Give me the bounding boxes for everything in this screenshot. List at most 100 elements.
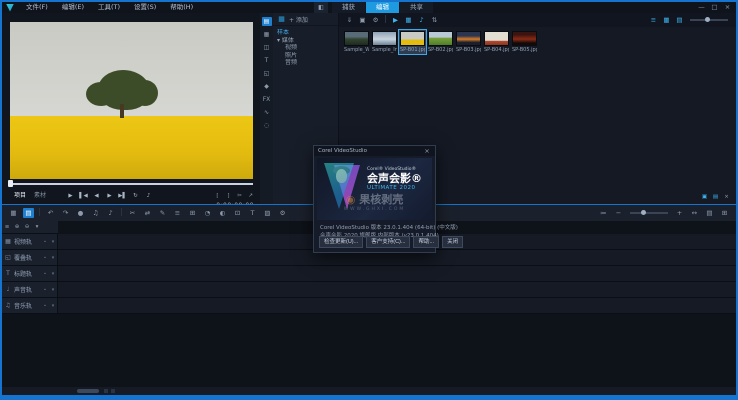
voice-track-lane[interactable] (58, 282, 736, 297)
track-manager-icon[interactable]: ≡ (2, 222, 12, 232)
mark-out-icon[interactable]: ] (223, 191, 234, 201)
filters-icon[interactable]: FX (262, 95, 272, 104)
3d-title-icon[interactable]: T (247, 208, 258, 218)
menu-tools[interactable]: 工具(T) (91, 2, 127, 13)
thumb-zoom-slider[interactable] (690, 19, 728, 21)
media-icon[interactable]: ▤ (262, 17, 272, 26)
scroll-right-button[interactable] (111, 389, 115, 393)
timeline-horizontal-scrollbar[interactable] (77, 389, 99, 393)
redo-icon[interactable]: ↷ (60, 208, 71, 218)
sort-icon[interactable]: ⇅ (429, 15, 440, 25)
sound-mixer-icon[interactable]: ♫ (90, 208, 101, 218)
overlays-icon[interactable]: ◱ (262, 69, 272, 78)
home-button[interactable]: ▌◀ (77, 191, 90, 202)
seek-handle[interactable] (8, 180, 13, 187)
library-item[interactable]: SP-B04.jpg (483, 30, 510, 54)
track-option-icon[interactable]: ∙ (41, 303, 49, 309)
fit-project-icon[interactable]: ↔ (689, 208, 700, 218)
project-duration-icon[interactable]: ≔ (598, 208, 609, 218)
remove-track-icon[interactable]: ⊖ (22, 222, 32, 232)
close-button[interactable]: × (721, 2, 734, 13)
customer-support-button[interactable]: 客户支持(C)... (366, 236, 410, 248)
zoom-out-icon[interactable]: − (613, 208, 624, 218)
add-folder-button[interactable]: + 添加 (289, 15, 308, 24)
tab-share[interactable]: 共享 (400, 2, 433, 13)
workspace-layout-button[interactable]: ◧ (314, 2, 328, 13)
check-updates-button[interactable]: 检查更新(U)... (319, 236, 363, 248)
list-view-icon[interactable]: ≡ (648, 15, 659, 25)
library-settings-icon[interactable]: ⚙ (370, 15, 381, 25)
system-volume-button[interactable]: ♪ (142, 191, 155, 202)
tab-capture[interactable]: 捕获 (332, 2, 365, 13)
menu-help[interactable]: 帮助(H) (163, 2, 200, 13)
filter-photos-toggle[interactable]: ▦ (403, 15, 414, 25)
track-height-icon[interactable]: ⊞ (719, 208, 730, 218)
library-item[interactable]: SP-B02.jpg (427, 30, 454, 54)
browse-folder-icon[interactable]: ▣ (357, 15, 368, 25)
slider-handle[interactable] (641, 210, 646, 215)
minimize-button[interactable]: — (695, 2, 708, 13)
prev-frame-button[interactable]: ◀ (90, 191, 103, 202)
mode-clip[interactable]: 素材 (30, 191, 50, 201)
library-item[interactable]: Sample_Wo... (343, 30, 370, 54)
dialog-close-icon[interactable]: × (423, 147, 431, 155)
timeline-zoom-slider[interactable] (630, 212, 668, 214)
library-item[interactable]: SP-B03.jpg (455, 30, 482, 54)
mode-project[interactable]: 项目 (10, 191, 30, 201)
ripple-editing-icon[interactable]: ▤ (704, 208, 715, 218)
batch-convert-icon[interactable]: ⇄ (142, 208, 153, 218)
painting-creator-icon[interactable]: ✎ (157, 208, 168, 218)
thumbnail-view-icon[interactable]: ▦ (661, 15, 672, 25)
record-capture-icon[interactable]: ● (75, 208, 86, 218)
scroll-left-button[interactable] (104, 389, 108, 393)
track-option-icon[interactable]: ∙ (41, 255, 49, 261)
enlarge-preview-icon[interactable]: ↗ (245, 191, 256, 201)
zoom-in-icon[interactable]: + (674, 208, 685, 218)
title-track-header[interactable]: T标题轨∙▾ (2, 266, 58, 281)
track-transparency-icon[interactable]: ▨ (262, 208, 273, 218)
tree-item-media[interactable]: ▾ 媒体 (277, 37, 338, 45)
detail-view-icon[interactable]: ▤ (674, 15, 685, 25)
instant-project-icon[interactable]: ▦ (262, 30, 272, 39)
filter-videos-toggle[interactable]: ▶ (390, 15, 401, 25)
library-item[interactable]: SP-B05.jpg (511, 30, 538, 54)
titles-icon[interactable]: T (262, 56, 272, 65)
track-menu-icon[interactable]: ▾ (49, 271, 57, 277)
track-menu-icon[interactable]: ▾ (49, 287, 57, 293)
next-frame-button[interactable]: ▶ (103, 191, 116, 202)
library-item[interactable]: SP-B01.jpg (399, 30, 426, 54)
library-item[interactable]: Sample_In... (371, 30, 398, 54)
storyboard-view-icon[interactable]: ▦ (8, 208, 19, 218)
slider-handle[interactable] (705, 17, 710, 22)
tab-edit[interactable]: 编辑 (366, 2, 399, 13)
track-menu-icon[interactable]: ▾ (49, 303, 57, 309)
title-track-lane[interactable] (58, 266, 736, 281)
music-track-lane[interactable] (58, 298, 736, 313)
split-clip-icon[interactable]: ✂ (127, 208, 138, 218)
voice-track-header[interactable]: ♩声音轨∙▾ (2, 282, 58, 297)
end-button[interactable]: ▶▌ (116, 191, 129, 202)
track-option-icon[interactable]: ∙ (41, 287, 49, 293)
track-menu-icon[interactable]: ▾ (49, 239, 57, 245)
graphics-icon[interactable]: ◆ (262, 82, 272, 91)
play-button[interactable]: ▶ (64, 191, 77, 202)
motion-path-icon[interactable]: ∿ (262, 108, 272, 117)
tree-item-photo[interactable]: 照片 (277, 52, 338, 60)
preview-video-frame[interactable] (10, 22, 253, 179)
mask-creator-icon[interactable]: ◐ (217, 208, 228, 218)
transitions-icon[interactable]: ◫ (262, 43, 272, 52)
library-expand-icon[interactable]: ▤ (710, 192, 721, 202)
auto-music-icon[interactable]: ♪ (105, 208, 116, 218)
seek-bar[interactable] (10, 183, 253, 185)
dialog-title-bar[interactable]: Corel VideoStudio × (314, 146, 435, 156)
close-dialog-button[interactable]: 关闭 (442, 236, 463, 248)
add-track-icon[interactable]: ⊕ (12, 222, 22, 232)
tree-item-video[interactable]: 视频 (277, 44, 338, 52)
effects-settings-icon[interactable]: ⚙ (277, 208, 288, 218)
menu-edit[interactable]: 编辑(E) (55, 2, 91, 13)
time-remap-icon[interactable]: ◔ (202, 208, 213, 218)
subtitle-editor-icon[interactable]: ≡ (172, 208, 183, 218)
library-hide-icon[interactable]: × (721, 192, 732, 202)
timeline-view-icon[interactable]: ▤ (23, 208, 34, 218)
track-menu-icon[interactable]: ▾ (49, 255, 57, 261)
